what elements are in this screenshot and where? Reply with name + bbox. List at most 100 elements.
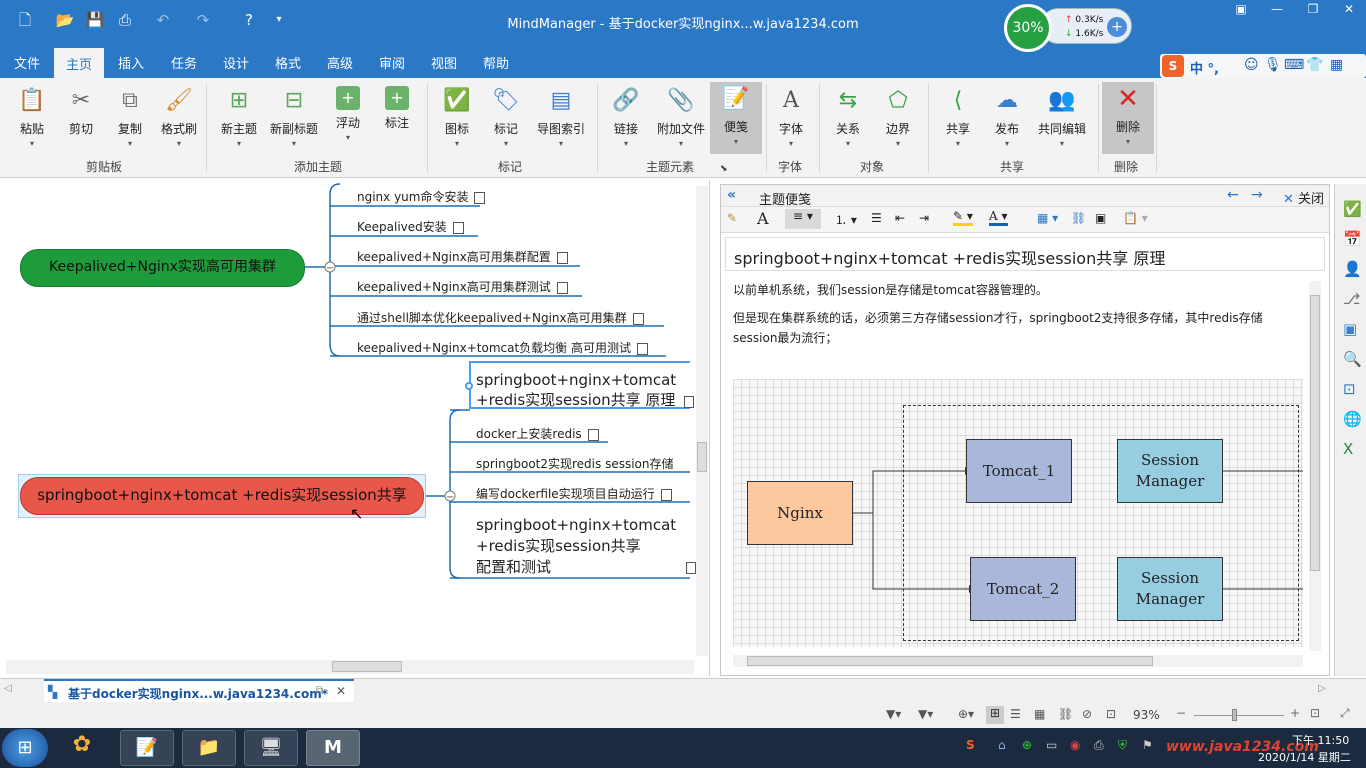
zoom-out-icon[interactable]: − [1176,706,1186,720]
decrease-indent-icon[interactable]: ⇤ [895,211,905,225]
menu-insert[interactable]: 插入 [118,53,144,72]
table-icon[interactable]: ▦ ▾ [1037,211,1058,225]
menu-view[interactable]: 视图 [431,53,457,72]
back-arrow-icon[interactable]: ← [1227,187,1239,203]
keyboard-icon[interactable]: ⌨ [1284,57,1304,73]
note-icon[interactable] [556,251,568,264]
full-screen-icon[interactable]: ⤢ [1340,706,1350,721]
link-button[interactable]: 🔗 链接 ▾ [600,84,652,150]
font-icon[interactable]: A [757,209,769,228]
notes-vertical-scrollbar[interactable] [1309,281,1321,651]
menu-home[interactable]: 主页 [54,48,105,78]
subtopic-redis-session[interactable]: springboot2实现redis session存储 [476,455,674,472]
notes-horizontal-scrollbar[interactable] [733,655,1303,667]
menu-review[interactable]: 审阅 [379,53,405,72]
menu-design[interactable]: 设计 [223,53,249,72]
topic-keepalived-nginx[interactable]: Keepalived+Nginx实现高可用集群 [20,249,305,287]
tab-scroll-right-icon[interactable]: ▷ [1318,683,1326,694]
library-icon[interactable]: ▣ [1343,320,1357,338]
attach-file-button[interactable]: 📎 附加文件 ▾ [652,84,710,150]
fit-window-icon[interactable]: ⊡ [1310,706,1320,720]
increase-indent-icon[interactable]: ⇥ [919,211,929,225]
subtopic-config-test[interactable]: springboot+nginx+tomcat +redis实现session共… [476,515,676,578]
vertical-scroll-thumb[interactable] [697,442,707,472]
highlight-color-icon[interactable]: ✎ ▾ [953,209,973,226]
hyperlink-icon[interactable]: ⛓ [1071,211,1086,225]
filter-icon[interactable]: ▼▾ [886,707,901,721]
mindmap-canvas[interactable]: − − Keepalived+Nginx实现高可用集群 nginx yum命令安… [0,180,710,676]
close-tab-icon[interactable]: ✕ [336,684,346,698]
selection-handle[interactable] [465,382,473,390]
note-icon[interactable] [636,342,648,355]
relationship-button[interactable]: ⇆ 关系 ▾ [822,84,874,150]
map-parts-icon[interactable]: ⎇ [1343,290,1360,308]
callout-button[interactable]: + 标注 [371,84,423,150]
note-icon[interactable] [587,428,599,441]
icons-button[interactable]: ✅ 图标 ▾ [431,84,483,150]
gantt-view-icon[interactable]: ▦ [1034,707,1045,721]
note-icon[interactable] [632,312,644,325]
excel-icon[interactable]: X [1343,440,1353,458]
restore-ribbon-icon[interactable]: ▣ [1226,2,1256,20]
horizontal-scroll-thumb[interactable] [332,661,402,672]
subtopic-redis-install[interactable]: docker上安装redis [476,425,599,442]
focus-icon[interactable]: ⊕▾ [958,707,974,721]
note-heading-box[interactable]: springboot+nginx+tomcat +redis实现session共… [725,237,1325,271]
tray-device-icon[interactable]: ⎙ [1094,738,1104,753]
image-icon[interactable]: ▣ [1095,211,1106,225]
network-monitor-gauge[interactable]: 30% [1004,4,1052,52]
clock-time[interactable]: 下午 11:50 [1292,732,1349,748]
zoom-slider-thumb[interactable] [1232,709,1237,721]
app-icon-colorful[interactable]: ✿ [64,732,100,764]
note-icon[interactable] [684,396,694,408]
notes-button[interactable]: 📝 便笺 ▾ [710,82,762,154]
font-color-icon[interactable]: A ▾ [989,209,1008,226]
numbered-list-icon[interactable]: ⒈ ▾ [835,211,857,228]
clock-date[interactable]: 2020/1/14 星期二 [1258,749,1351,765]
taskbar-app-editor[interactable]: 📝 [120,730,174,766]
menu-format[interactable]: 格式 [275,53,301,72]
map-view-icon[interactable]: ⊞ [986,706,1004,724]
new-topic-button[interactable]: ⊞ 新主题 ▾ [213,84,265,150]
cut-button[interactable]: ✂ 剪切 [55,84,107,150]
taskbar-app-mindmanager[interactable]: M [306,730,360,766]
plus-icon[interactable]: + [1107,17,1127,37]
paste-special-icon[interactable]: 📋 ▾ [1123,211,1148,225]
menu-file[interactable]: 文件 [14,53,40,72]
sogou-icon[interactable]: S [1162,55,1184,77]
subtopic-2[interactable]: Keepalived安装 [357,218,464,235]
tab-restore-icon[interactable]: ⧉ [316,685,323,696]
collapse-panel-icon[interactable]: « [727,187,736,203]
forward-arrow-icon[interactable]: → [1251,187,1263,203]
menu-task[interactable]: 任务 [171,53,197,72]
search-icon[interactable]: 🔍 [1343,350,1362,368]
boundary-button[interactable]: ⬠ 边界 ▾ [872,84,924,150]
filter-advanced-icon[interactable]: ▼▾ [918,707,933,721]
tray-add-icon[interactable]: ⊕ [1022,738,1032,752]
selected-subtopic-principle[interactable]: springboot+nginx+tomcat +redis实现session共… [476,370,676,410]
delete-button[interactable]: ✕ 删除 ▾ [1102,82,1154,154]
note-icon[interactable] [474,191,486,204]
subtopic-5[interactable]: 通过shell脚本优化keepalived+Nginx高可用集群 [357,309,644,326]
bullet-list-icon[interactable]: ☰ [871,211,882,225]
copy-button[interactable]: ⧉ 复制 ▾ [104,84,156,150]
subtopic-3[interactable]: keepalived+Nginx高可用集群配置 [357,248,568,265]
ime-mode-indicator[interactable]: 中 °, [1190,58,1219,77]
clear-format-icon[interactable]: ✎ [727,211,737,225]
note-icon[interactable] [452,221,464,234]
map-index-button[interactable]: ▤ 导图索引 ▾ [531,84,591,150]
canvas-horizontal-scrollbar[interactable] [6,660,694,674]
floating-topic-button[interactable]: + 浮动 ▾ [322,84,374,150]
share-button[interactable]: ⟨ 共享 ▾ [932,84,984,150]
new-subtopic-button[interactable]: ⊟ 新副标题 ▾ [266,84,322,150]
tags-button[interactable]: 🏷 标记 ▾ [480,84,532,150]
note-icon[interactable] [556,281,568,294]
close-window-button[interactable]: ✕ [1334,2,1364,20]
start-button[interactable]: ⊞ [2,729,48,767]
align-dropdown[interactable]: ≡ ▾ [785,209,821,229]
calendar-icon[interactable]: 📅 [1343,230,1362,248]
canvas-vertical-scrollbar[interactable] [696,186,708,656]
tray-display-icon[interactable]: ▭ [1046,738,1057,752]
taskbar-app-remote[interactable]: 🖥 [244,730,298,766]
subtopic-6[interactable]: keepalived+Nginx+tomcat负载均衡 高可用测试 [357,339,648,356]
